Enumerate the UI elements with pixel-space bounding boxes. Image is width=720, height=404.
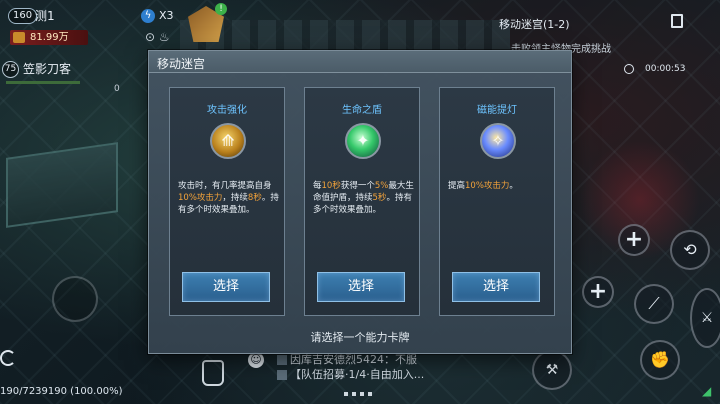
quest-title: 移动迷宫(1-2) [499,18,570,31]
emote-icon[interactable]: ☺ [248,352,264,368]
flame-icon: ♨ [158,30,170,44]
pet-health-bar [6,81,80,84]
card-title: 攻击强化 [207,105,247,116]
card-title: 磁能提灯 [477,105,517,116]
wall-pipes [180,20,510,50]
team-channel-icon [277,370,287,380]
movement-joystick[interactable] [52,276,98,322]
card-description: 攻击时，有几率提高自身10%攻击力，持续8秒。持有多个时效果叠加。 [178,181,279,215]
exit-door-icon[interactable] [671,14,683,28]
ability-card-shield[interactable]: 生命之盾 ✦ 每10秒获得一个5%最大生命值护盾，持续5秒。持有多个时效果叠加。… [304,87,420,316]
energy-value: X3 [159,9,174,22]
chat-channel-icon [277,355,287,365]
pet-level-badge: 75 [2,61,19,78]
card-title: 生命之盾 [342,105,382,116]
fist-skill-icon[interactable]: ✊ [640,340,680,380]
select-button-shield[interactable]: 选择 [317,272,405,302]
drop-icon: ⊙ [145,30,156,44]
ability-card-attack[interactable]: 攻击强化 ⟰ 攻击时，有几率提高自身10%攻击力，持续8秒。持有多个时效果叠加。… [169,87,285,316]
wifi-icon: ◢ [702,384,712,398]
counter-zero: 0 [114,84,120,94]
power-icon [13,32,25,43]
card-description: 每10秒获得一个5%最大生命值护盾，持续5秒。持有多个时效果叠加。 [313,181,414,215]
add-skill-button-2[interactable]: + [582,276,614,308]
energy-counter[interactable]: ϟ X3 [141,8,174,24]
dialog-title: 移动迷宫 [157,57,206,71]
dialog-hint: 请选择一个能力卡牌 [310,331,410,344]
status-icons: ⊙ ♨ [145,30,170,44]
chat-line-2: 【队伍招募·1/4·自由加入... [277,367,424,382]
player-level-badge: 160 [8,8,38,24]
refresh-icon[interactable] [0,350,16,366]
select-button-lantern[interactable]: 选择 [452,272,540,302]
sword-emblem-icon: ⟰ [210,123,246,159]
select-button-attack[interactable]: 选择 [182,272,270,302]
lightning-icon: ϟ [141,9,155,23]
attack-button[interactable]: ⚔ [690,288,720,348]
claw-skill-icon[interactable]: ⟋ [634,284,674,324]
chat-panel[interactable]: 因库吉安德烈5424：不服 【队伍招募·1/4·自由加入... [277,352,424,382]
pet-name: 笠影刀客 [23,62,72,76]
combat-power-value: 81.99万 [30,32,69,43]
card-description: 提高10%攻击力。 [448,181,518,191]
ability-card-dialog: 移动迷宫 攻击强化 ⟰ 攻击时，有几率提高自身10%攻击力，持续8秒。持有多个时… [148,50,572,354]
whirlwind-skill-icon[interactable]: ⟲ [670,230,710,270]
experience-readout: 190/7239190 (100.00%) [0,386,123,397]
player-name: 测1 [35,9,55,23]
green-shield-orb-icon: ✦ [345,123,381,159]
bag-icon[interactable] [202,360,224,386]
chat-line-1: 因库吉安德烈5424：不服 [277,352,424,367]
combat-power: 81.99万 [10,30,88,45]
chat-page-dots [344,392,374,396]
quest-timer: 00:00:53 [645,64,686,74]
clock-icon [624,64,634,74]
ability-card-lantern[interactable]: 磁能提灯 ✧ 提高10%攻击力。 选择 [439,87,555,316]
lantern-orb-icon: ✧ [480,123,516,159]
add-skill-button[interactable]: + [618,224,650,256]
hammer-skill-icon[interactable]: ⚒ [532,350,572,390]
notification-dot: ! [215,3,227,15]
dialog-header: 移动迷宫 [149,51,571,73]
